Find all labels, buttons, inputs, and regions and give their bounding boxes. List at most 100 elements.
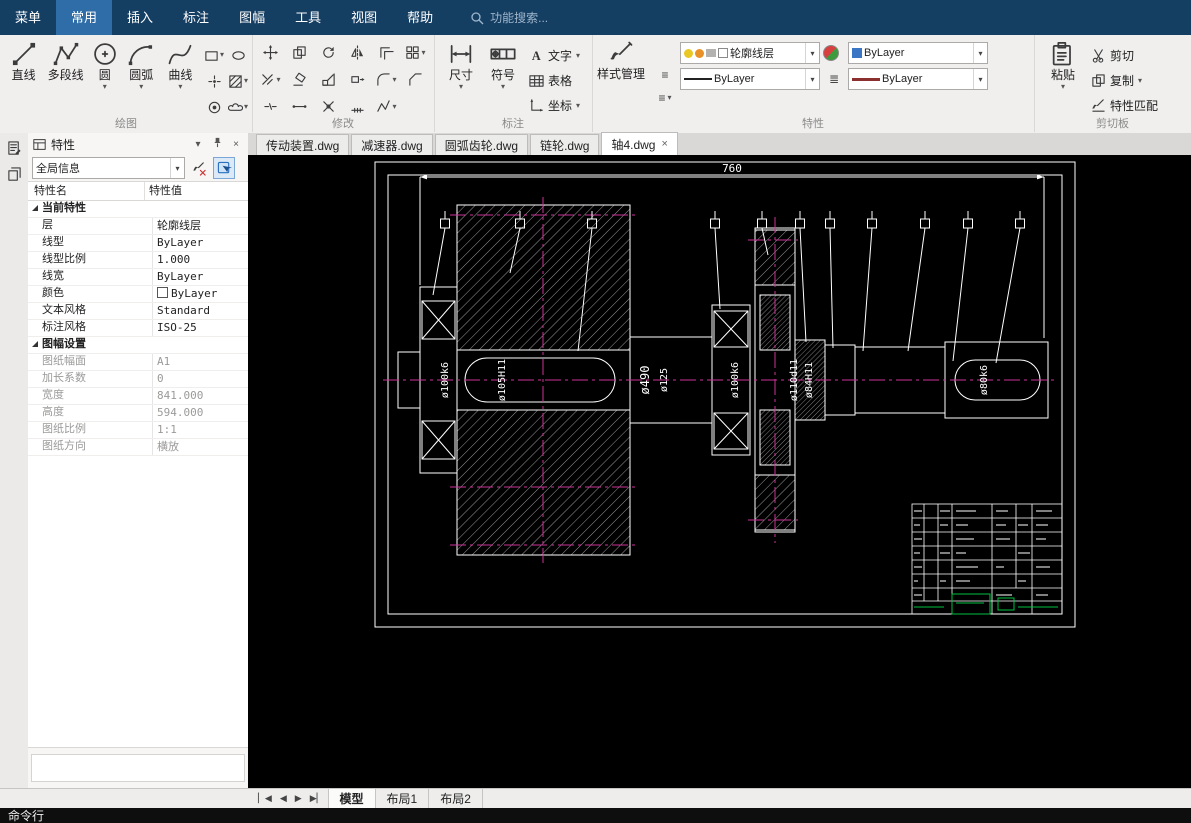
trim-button[interactable]: ▾ bbox=[256, 66, 285, 93]
table-row[interactable]: 层轮廓线层 bbox=[28, 218, 248, 235]
table-row[interactable]: 文本风格 Standard bbox=[28, 303, 248, 320]
menu-item-view[interactable]: 视图 bbox=[336, 0, 392, 35]
lineweight-combo[interactable]: ByLayer ▾ bbox=[848, 68, 988, 90]
paste-button[interactable]: 粘贴 ▾ bbox=[1040, 39, 1086, 91]
menu-item-menu[interactable]: 菜单 bbox=[0, 0, 56, 35]
command-line[interactable]: 命令行 bbox=[0, 808, 1191, 823]
table-row[interactable]: 线型比例 1.000 bbox=[28, 252, 248, 269]
dropdown-caret-icon[interactable]: ▾ bbox=[973, 43, 987, 63]
nav-next-icon[interactable]: ▶ bbox=[291, 793, 306, 804]
scale-button[interactable] bbox=[314, 66, 343, 93]
table-row[interactable]: 标注风格 ISO-25 bbox=[28, 320, 248, 337]
palette-tab-properties-button[interactable] bbox=[4, 137, 24, 159]
linetype-combo[interactable]: ByLayer ▾ bbox=[680, 68, 820, 90]
nav-prev-icon[interactable]: ◀ bbox=[276, 793, 291, 804]
erase-button[interactable] bbox=[285, 66, 314, 93]
move-button[interactable] bbox=[256, 39, 285, 66]
quick-select-button[interactable] bbox=[213, 157, 235, 179]
table-row-group[interactable]: 当前特性 bbox=[28, 201, 248, 218]
dropdown-caret-icon[interactable]: ▾ bbox=[392, 75, 396, 84]
pin-icon[interactable] bbox=[210, 137, 224, 151]
collapse-triangle-icon[interactable] bbox=[32, 341, 38, 347]
dropdown-caret-icon[interactable]: ▾ bbox=[139, 83, 143, 91]
doc-tab[interactable]: 圆弧齿轮.dwg bbox=[434, 134, 529, 155]
dropdown-caret-icon[interactable]: ▾ bbox=[392, 102, 396, 111]
doc-tab-active[interactable]: 轴4.dwg × bbox=[601, 132, 678, 155]
dropdown-caret-icon[interactable]: ▾ bbox=[276, 75, 280, 84]
dropdown-caret-icon[interactable]: ▾ bbox=[244, 77, 248, 85]
polyline-button[interactable]: 多段线 bbox=[43, 39, 88, 82]
table-row[interactable]: 线宽 ByLayer bbox=[28, 269, 248, 286]
drawing-canvas[interactable]: 760 ø100k6 ø105H11 ø490 ø125 ø100k6 ø110… bbox=[248, 155, 1191, 788]
table-row-color[interactable]: 颜色 ByLayer bbox=[28, 286, 248, 303]
dropdown-caret-icon[interactable]: ▾ bbox=[220, 51, 224, 59]
menu-item-help[interactable]: 帮助 bbox=[392, 0, 448, 35]
fillet-button[interactable]: ▾ bbox=[372, 66, 401, 93]
dropdown-caret-icon[interactable]: ▾ bbox=[805, 69, 819, 89]
dropdown-caret-icon[interactable]: ▾ bbox=[103, 83, 107, 91]
nav-first-icon[interactable]: ▏◀ bbox=[254, 793, 276, 804]
chamfer-button[interactable] bbox=[401, 66, 430, 93]
menu-item-sheet[interactable]: 图幅 bbox=[224, 0, 280, 35]
dropdown-caret-icon[interactable]: ▾ bbox=[178, 83, 182, 91]
table-row-group[interactable]: 图幅设置 bbox=[28, 337, 248, 354]
panel-close-icon[interactable]: × bbox=[229, 139, 243, 150]
ellipse-tool-button[interactable] bbox=[226, 42, 250, 68]
dropdown-caret-icon[interactable]: ▾ bbox=[576, 51, 580, 60]
function-search[interactable]: 功能搜索... bbox=[470, 0, 548, 35]
layer-list-button[interactable]: ≡ bbox=[661, 68, 668, 82]
palette-tab-sheets-button[interactable] bbox=[4, 163, 24, 185]
line-button[interactable]: 直线 bbox=[4, 39, 43, 82]
mirror-button[interactable] bbox=[343, 39, 372, 66]
dropdown-caret-icon[interactable]: ▾ bbox=[501, 83, 505, 91]
arc-button[interactable]: 圆弧 ▾ bbox=[122, 39, 161, 91]
text-tool-button[interactable]: A 文字 ▾ bbox=[524, 43, 585, 68]
layout-tab-layout1[interactable]: 布局1 bbox=[376, 789, 430, 808]
offset-button[interactable] bbox=[372, 39, 401, 66]
spline-button[interactable]: 曲线 ▾ bbox=[161, 39, 200, 91]
dropdown-caret-icon[interactable]: ▾ bbox=[973, 69, 987, 89]
panel-menu-caret-icon[interactable]: ▾ bbox=[191, 139, 205, 150]
tab-close-icon[interactable]: × bbox=[661, 138, 667, 150]
dropdown-caret-icon[interactable]: ▾ bbox=[1138, 76, 1142, 85]
dropdown-caret-icon[interactable]: ▾ bbox=[170, 158, 184, 178]
menu-item-home[interactable]: 常用 bbox=[56, 0, 113, 35]
nav-last-icon[interactable]: ▶▏ bbox=[306, 793, 328, 804]
copy-clip-button[interactable]: 复制 ▾ bbox=[1086, 68, 1163, 93]
layout-tab-model[interactable]: 模型 bbox=[327, 789, 376, 808]
hatch-tool-button[interactable]: ▾ bbox=[226, 68, 250, 94]
doc-tab[interactable]: 传动装置.dwg bbox=[256, 134, 350, 155]
circle-button[interactable]: 圆 ▾ bbox=[88, 39, 122, 91]
dropdown-caret-icon[interactable]: ▾ bbox=[1061, 83, 1065, 91]
layer-combo[interactable]: 轮廓线层 ▾ bbox=[680, 42, 820, 64]
layer-state-button[interactable]: ≡ ▾ bbox=[658, 91, 671, 105]
dropdown-caret-icon[interactable]: ▾ bbox=[421, 48, 425, 57]
menu-item-insert[interactable]: 插入 bbox=[112, 0, 168, 35]
scope-combo[interactable]: 全局信息 ▾ bbox=[32, 157, 185, 179]
layout-tab-layout2[interactable]: 布局2 bbox=[429, 789, 483, 808]
rectangle-tool-button[interactable]: ▾ bbox=[202, 42, 226, 68]
doc-tab[interactable]: 减速器.dwg bbox=[351, 134, 433, 155]
point-tool-button[interactable] bbox=[202, 68, 226, 94]
style-manager-button[interactable]: 样式管理 bbox=[592, 38, 650, 105]
clear-override-button[interactable] bbox=[188, 157, 210, 179]
doc-tab[interactable]: 链轮.dwg bbox=[530, 134, 600, 155]
color-combo[interactable]: ByLayer ▾ bbox=[848, 42, 988, 64]
table-row[interactable]: 线型 ByLayer bbox=[28, 235, 248, 252]
array-button[interactable]: ▾ bbox=[401, 39, 430, 66]
dimension-button[interactable]: 尺寸 ▾ bbox=[440, 39, 482, 91]
menu-item-annotate[interactable]: 标注 bbox=[168, 0, 224, 35]
layer-properties-icon[interactable] bbox=[823, 45, 839, 61]
collapse-triangle-icon[interactable] bbox=[32, 205, 38, 211]
rotate-button[interactable] bbox=[314, 39, 343, 66]
table-tool-button[interactable]: 表格 bbox=[524, 68, 585, 93]
dropdown-caret-icon[interactable]: ▾ bbox=[576, 101, 580, 110]
dropdown-caret-icon[interactable]: ▾ bbox=[459, 83, 463, 91]
lineweight-list-icon[interactable]: ≣ bbox=[823, 72, 845, 86]
copy-button[interactable] bbox=[285, 39, 314, 66]
dropdown-caret-icon[interactable]: ▾ bbox=[805, 43, 819, 63]
symbol-button[interactable]: 符号 ▾ bbox=[482, 39, 524, 91]
cut-button[interactable]: 剪切 bbox=[1086, 43, 1163, 68]
stretch-button[interactable] bbox=[343, 66, 372, 93]
dropdown-caret-icon[interactable]: ▾ bbox=[244, 103, 248, 111]
